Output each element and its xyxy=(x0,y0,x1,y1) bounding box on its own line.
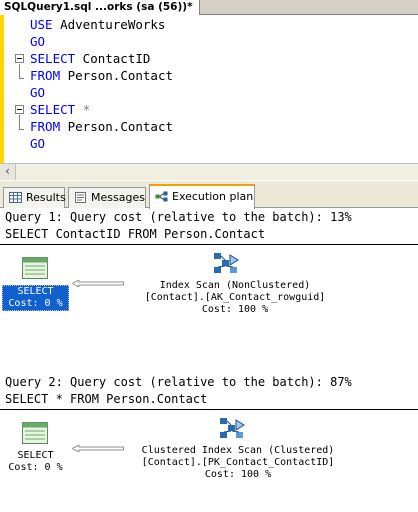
operator-node[interactable]: Index Scan (NonClustered) [Contact].[AK_… xyxy=(110,280,360,316)
clustered-index-scan-icon[interactable] xyxy=(218,416,246,440)
query-separator xyxy=(0,244,418,245)
tab-execution-plan-label: Execution plan xyxy=(172,190,254,203)
code-line: FROM Person.Contact xyxy=(30,119,173,134)
select-icon[interactable] xyxy=(22,422,48,444)
select-node-cost: Cost: 0 % xyxy=(8,298,63,309)
code-line: FROM Person.Contact xyxy=(30,68,173,83)
code-line: GO xyxy=(30,85,46,100)
collapse-icon[interactable] xyxy=(15,54,24,63)
code-line: SELECT ContactID xyxy=(30,51,151,66)
fold-line xyxy=(19,115,20,129)
changed-lines-marker xyxy=(0,15,4,163)
select-node-name: SELECT xyxy=(17,450,54,461)
execution-plan-pane[interactable]: Query 1: Query cost (relative to the bat… xyxy=(0,209,418,512)
messages-icon xyxy=(75,192,86,203)
query-header: Query 2: Query cost (relative to the bat… xyxy=(5,375,352,389)
select-icon[interactable] xyxy=(22,257,48,279)
query-statement: SELECT ContactID FROM Person.Contact xyxy=(5,227,266,241)
select-node-name: SELECT xyxy=(17,286,54,297)
select-node[interactable]: SELECT Cost: 0 % xyxy=(2,285,69,311)
select-node-cost: Cost: 0 % xyxy=(8,462,63,473)
code-line: USE AdventureWorks xyxy=(30,17,166,32)
fold-end xyxy=(19,129,24,130)
execution-plan-icon xyxy=(155,191,168,202)
results-tabstrip: Results Messages Execution plan xyxy=(0,181,418,209)
scroll-left-button[interactable]: ‹ xyxy=(0,164,16,180)
tab-messages-label: Messages xyxy=(91,191,145,204)
index-scan-icon[interactable] xyxy=(212,251,240,275)
code-line: GO xyxy=(30,34,46,49)
collapse-icon[interactable] xyxy=(15,105,24,114)
query-editor[interactable]: USE AdventureWorks GO SELECT ContactID F… xyxy=(0,15,418,163)
tab-results[interactable]: Results xyxy=(3,187,66,208)
select-node[interactable]: SELECT Cost: 0 % xyxy=(2,450,69,476)
tab-results-label: Results xyxy=(26,191,66,204)
code-line: SELECT * xyxy=(30,102,91,117)
operator-object: [Contact].[AK_Contact_rowguid] xyxy=(144,292,326,303)
operator-object: [Contact].[PK_Contact_ContactID] xyxy=(141,457,335,468)
query-header: Query 1: Query cost (relative to the bat… xyxy=(5,210,352,224)
operator-cost: Cost: 100 % xyxy=(204,469,272,480)
fold-end xyxy=(19,78,24,79)
query-statement: SELECT * FROM Person.Contact xyxy=(5,392,208,406)
tab-execution-plan[interactable]: Execution plan xyxy=(149,184,255,209)
operator-node[interactable]: Clustered Index Scan (Clustered) [Contac… xyxy=(106,445,370,481)
operator-name: Index Scan (NonClustered) xyxy=(159,280,311,291)
tab-messages[interactable]: Messages xyxy=(68,187,146,208)
code-line: GO xyxy=(30,136,46,151)
operator-cost: Cost: 100 % xyxy=(201,304,269,315)
horizontal-scrollbar[interactable]: ‹ xyxy=(0,163,418,180)
document-tab[interactable]: SQLQuery1.sql ...orks (sa (56))* xyxy=(0,0,200,15)
query-separator xyxy=(0,409,418,410)
grid-icon xyxy=(9,192,22,203)
document-tabstrip: SQLQuery1.sql ...orks (sa (56))* xyxy=(0,0,418,15)
operator-name: Clustered Index Scan (Clustered) xyxy=(141,445,335,456)
fold-line xyxy=(19,64,20,78)
